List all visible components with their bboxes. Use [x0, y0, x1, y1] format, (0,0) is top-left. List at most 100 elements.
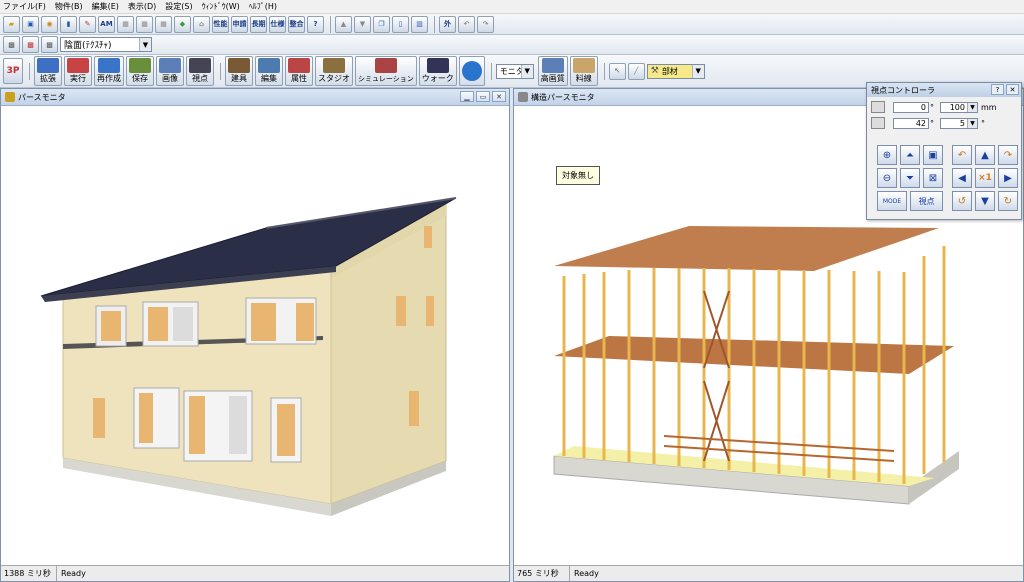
am-icon[interactable]: AM — [98, 15, 115, 33]
separator — [490, 62, 492, 80]
menu-file[interactable]: ファイル(F) — [3, 1, 46, 12]
menu-help[interactable]: ﾍﾙﾌﾟ(H) — [249, 1, 277, 12]
horizontal-angle-input[interactable]: 0 — [893, 101, 929, 113]
recreate-button[interactable]: 再作成 — [94, 56, 124, 86]
angle-row-1: 0 ° 100 ▼ mm — [871, 101, 997, 113]
vertical-angle-input[interactable]: 42 — [893, 117, 929, 129]
simulation-button[interactable]: シミュレーション — [355, 56, 417, 86]
panel-titlebar[interactable]: 視点コントローラ ? ✕ — [867, 83, 1021, 97]
rotate-right-down-icon[interactable]: ↻ — [998, 191, 1018, 211]
spec-icon[interactable]: 仕様 — [269, 15, 286, 33]
arrow-left-icon[interactable]: ◀ — [952, 168, 972, 188]
edit-icon[interactable]: ✎ — [79, 15, 96, 33]
high-quality-button[interactable]: 高画質 — [537, 56, 568, 86]
copy-icon[interactable]: ❐ — [373, 15, 390, 33]
status-text: Ready — [574, 569, 599, 578]
close-icon[interactable]: ✕ — [1006, 84, 1019, 95]
run-button[interactable]: 実行 — [64, 56, 92, 86]
rotate-button[interactable] — [458, 56, 485, 86]
rotate-h-icon — [871, 101, 885, 113]
menu-property[interactable]: 物件(B) — [55, 1, 83, 12]
rotate-right-up-icon[interactable]: ↷ — [998, 145, 1018, 165]
arrow-down-icon[interactable]: ▼ — [975, 191, 995, 211]
maximize-icon[interactable]: ▭ — [476, 91, 490, 102]
separator — [330, 15, 331, 33]
toolbar-main: ▰ ▣ ◉ ▮ ✎ AM ▦ ▦ ▦ ◆ ⌂ 性能 申請 長期 仕様 整合 ? … — [0, 14, 1024, 35]
fitting-icon — [228, 58, 250, 73]
extend-button[interactable]: 拡張 — [34, 56, 62, 86]
camera-down-icon[interactable]: ⏷ — [900, 168, 920, 188]
mode-button[interactable]: MODE — [877, 191, 907, 211]
rotate-left-up-icon[interactable]: ↶ — [952, 145, 972, 165]
grid2-icon[interactable]: ▦ — [136, 15, 153, 33]
grid3-icon[interactable]: ▦ — [155, 15, 172, 33]
zoom-reset-button[interactable]: ×1 — [975, 168, 995, 188]
image-button[interactable]: 画像 — [156, 56, 184, 86]
step-angle-select[interactable]: 5 ▼ — [940, 117, 978, 129]
save-icon[interactable]: ▣ — [22, 15, 39, 33]
shade-icon[interactable]: ▩ — [41, 36, 58, 53]
walk-button[interactable]: ウォーク — [418, 56, 457, 86]
zoom-out-icon[interactable]: ⊖ — [877, 168, 897, 188]
down-icon[interactable]: ▼ — [354, 15, 371, 33]
structure-icon[interactable]: 長期 — [250, 15, 267, 33]
apply-icon[interactable]: 申請 — [231, 15, 248, 33]
fit-all-icon[interactable]: ⊠ — [923, 168, 943, 188]
separator — [603, 62, 605, 80]
info-icon[interactable]: ▮ — [60, 15, 77, 33]
save-button[interactable]: 保存 — [126, 56, 154, 86]
close-icon[interactable]: ✕ — [492, 91, 506, 102]
material-button[interactable]: 料線 — [569, 56, 598, 86]
viewpoint-button[interactable]: 視点 — [186, 56, 214, 86]
undo-icon[interactable]: ↶ — [458, 15, 475, 33]
perspective-monitor-window[interactable]: パースモニタ ▁ ▭ ✕ 1388 ミリ秒 Ready — [0, 88, 510, 582]
distance-select[interactable]: 100 ▼ — [940, 101, 978, 113]
grid-icon[interactable]: ▦ — [117, 15, 134, 33]
window-title: パースモニタ — [18, 92, 66, 102]
window-icon[interactable]: ▯ — [392, 15, 409, 33]
window-titlebar[interactable]: パースモニタ ▁ ▭ ✕ — [1, 89, 509, 106]
render-viewport[interactable] — [1, 106, 509, 565]
performance-icon[interactable]: 性能 — [212, 15, 229, 33]
view-icon[interactable]: ◉ — [41, 15, 58, 33]
member-select[interactable]: ⚒ 部材 ▼ — [646, 63, 705, 79]
viewpoint-button[interactable]: 視点 — [910, 191, 943, 211]
up-icon[interactable]: ▲ — [335, 15, 352, 33]
arrow-up-icon[interactable]: ▲ — [975, 145, 995, 165]
fitting-button[interactable]: 建具 — [225, 56, 253, 86]
menu-settings[interactable]: 設定(S) — [165, 1, 192, 12]
render-icon[interactable]: ▩ — [22, 36, 39, 53]
view-controller-panel[interactable]: 視点コントローラ ? ✕ 0 ° 100 ▼ mm 42 ° 5 ▼ ° ⊕ ⊖ ⏶… — [866, 82, 1022, 220]
studio-button[interactable]: スタジオ — [315, 56, 353, 86]
beginner-icon[interactable]: ◆ — [174, 15, 191, 33]
display-mode-select[interactable]: 陰面(ﾃｸｽﾁｬ) ▼ — [60, 37, 152, 52]
menu-view[interactable]: 表示(D) — [128, 1, 156, 12]
minimize-icon[interactable]: ▁ — [460, 91, 474, 102]
select-arrow-icon[interactable]: ↖ — [608, 62, 626, 80]
redo-icon[interactable]: ↷ — [477, 15, 494, 33]
chevron-down-icon: ▼ — [691, 64, 704, 78]
attribute-button[interactable]: 属性 — [285, 56, 313, 86]
edit-button[interactable]: 編集 — [255, 56, 283, 86]
camera-up-icon[interactable]: ⏶ — [900, 145, 920, 165]
3p-badge[interactable]: 3P — [3, 58, 23, 84]
fit-icon[interactable]: ▣ — [923, 145, 943, 165]
zoom-in-icon[interactable]: ⊕ — [877, 145, 897, 165]
edit-pencil-icon — [258, 58, 280, 73]
house-icon[interactable]: ⌂ — [193, 15, 210, 33]
chevron-down-icon: ▼ — [967, 102, 977, 112]
monitor-select[interactable]: モニタ ▼ — [495, 63, 534, 79]
arrow-right-icon[interactable]: ▶ — [998, 168, 1018, 188]
open-icon[interactable]: ▰ — [3, 15, 20, 33]
run-icon — [67, 58, 89, 73]
evaluate-icon[interactable]: 整合 — [288, 15, 305, 33]
help-button[interactable]: ? — [991, 84, 1004, 95]
menu-window[interactable]: ｳｨﾝﾄﾞｳ(W) — [202, 1, 240, 12]
help-icon[interactable]: ? — [307, 15, 324, 33]
menu-edit[interactable]: 編集(E) — [92, 1, 119, 12]
pen-icon[interactable]: ╱ — [627, 62, 645, 80]
tile-icon[interactable]: ▥ — [411, 15, 428, 33]
wireframe-icon[interactable]: ▩ — [3, 36, 20, 53]
outside-icon[interactable]: 外 — [439, 15, 456, 33]
rotate-left-down-icon[interactable]: ↺ — [952, 191, 972, 211]
